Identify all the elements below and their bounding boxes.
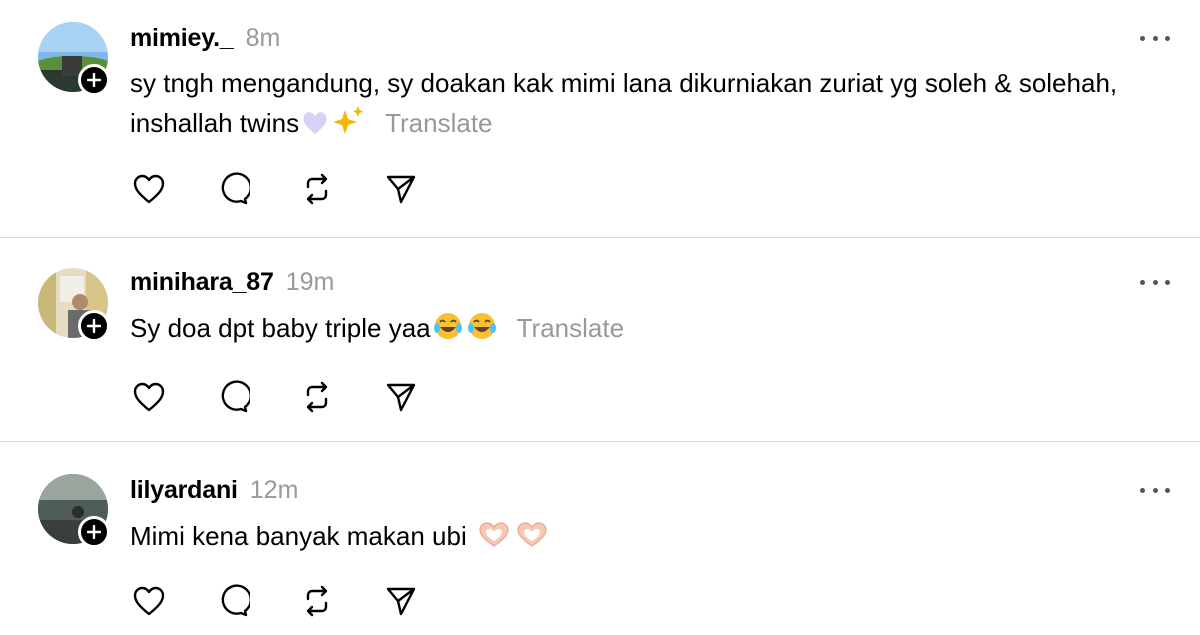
avatar[interactable] xyxy=(38,268,110,342)
sparkles-emoji xyxy=(333,106,365,147)
plus-icon xyxy=(87,319,101,333)
post-body: sy tngh mengandung, sy doakan kak mimi l… xyxy=(130,68,1118,138)
share-icon[interactable] xyxy=(382,378,420,416)
avatar[interactable] xyxy=(38,474,110,548)
comment-icon[interactable] xyxy=(214,582,252,620)
action-bar xyxy=(130,582,466,620)
timestamp[interactable]: 12m xyxy=(250,476,299,505)
follow-plus-button[interactable] xyxy=(78,516,110,548)
post-text: Mimi kena banyak makan ubi xyxy=(130,516,1140,560)
translate-link[interactable]: Translate xyxy=(385,108,492,138)
more-options-icon[interactable] xyxy=(1140,480,1170,500)
post-body: Sy doa dpt baby triple yaa xyxy=(130,313,431,343)
post-header: minihara_87 19m xyxy=(130,268,334,297)
translate-link[interactable]: Translate xyxy=(517,313,624,343)
timestamp[interactable]: 19m xyxy=(286,268,335,297)
repost-icon[interactable] xyxy=(298,170,336,208)
repost-icon[interactable] xyxy=(298,378,336,416)
more-options-icon[interactable] xyxy=(1140,272,1170,292)
heart-icon[interactable] xyxy=(130,170,168,208)
comment-icon[interactable] xyxy=(214,378,252,416)
tears-of-joy-emoji xyxy=(467,311,497,352)
reply-post: minihara_87 19m Sy doa dpt baby triple y… xyxy=(0,238,1200,442)
tears-of-joy-emoji xyxy=(433,311,463,352)
follow-plus-button[interactable] xyxy=(78,64,110,96)
heart-icon[interactable] xyxy=(130,582,168,620)
repost-icon[interactable] xyxy=(298,582,336,620)
reply-post: lilyardani 12m Mimi kena banyak makan ub… xyxy=(0,442,1200,635)
heart-hands-emoji xyxy=(515,520,549,560)
comment-icon[interactable] xyxy=(214,170,252,208)
plus-icon xyxy=(87,525,101,539)
avatar[interactable] xyxy=(38,22,110,96)
username[interactable]: mimiey._ xyxy=(130,24,234,53)
plus-icon xyxy=(87,73,101,87)
purple-heart-emoji xyxy=(301,107,329,147)
username[interactable]: lilyardani xyxy=(130,476,238,505)
post-header: mimiey._ 8m xyxy=(130,24,280,53)
post-header: lilyardani 12m xyxy=(130,476,298,505)
reply-post: mimiey._ 8m sy tngh mengandung, sy doaka… xyxy=(0,0,1200,238)
action-bar xyxy=(130,170,466,208)
heart-hands-emoji xyxy=(477,520,511,560)
timestamp[interactable]: 8m xyxy=(246,24,281,53)
replies-feed: mimiey._ 8m sy tngh mengandung, sy doaka… xyxy=(0,0,1200,635)
follow-plus-button[interactable] xyxy=(78,310,110,342)
post-body: Mimi kena banyak makan ubi xyxy=(130,521,467,551)
share-icon[interactable] xyxy=(382,170,420,208)
post-text: sy tngh mengandung, sy doakan kak mimi l… xyxy=(130,63,1140,147)
more-options-icon[interactable] xyxy=(1140,28,1170,48)
heart-icon[interactable] xyxy=(130,378,168,416)
post-text: Sy doa dpt baby triple yaa Translate xyxy=(130,308,1140,352)
share-icon[interactable] xyxy=(382,582,420,620)
action-bar xyxy=(130,378,466,416)
username[interactable]: minihara_87 xyxy=(130,268,274,297)
